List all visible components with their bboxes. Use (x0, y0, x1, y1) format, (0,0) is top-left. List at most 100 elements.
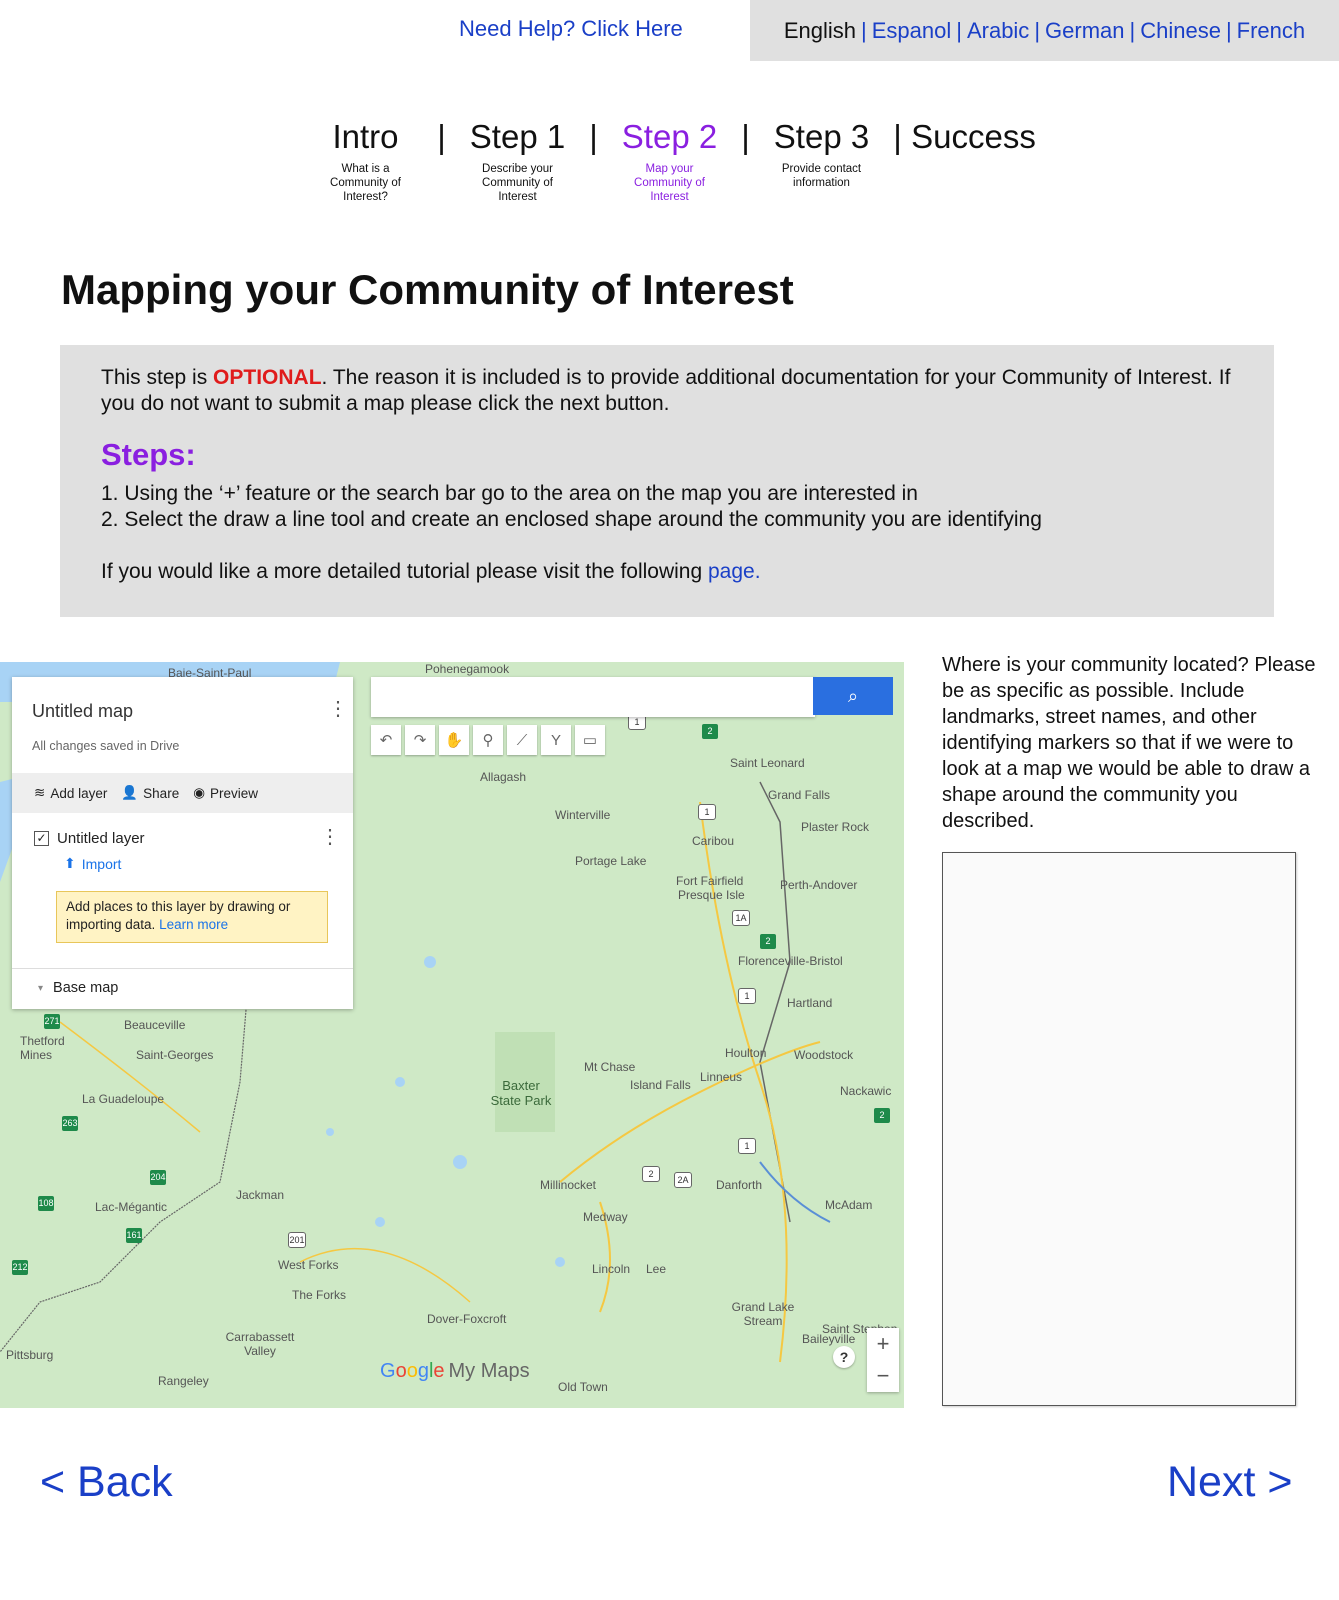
help-icon[interactable]: ? (833, 1346, 855, 1368)
place-label: Caribou (692, 834, 735, 848)
optional-label: OPTIONAL (213, 366, 322, 389)
step-label: Step 1 (469, 118, 566, 155)
place-label: Lac-Mégantic (95, 1200, 168, 1214)
preview-label: Preview (209, 785, 258, 801)
route-shield: 1 (738, 1138, 756, 1154)
search-icon: ⌕ (847, 685, 859, 706)
step-description: Describe your Community of Interest (482, 163, 553, 203)
share-button[interactable]: 👤 Share (121, 785, 179, 801)
route-shield: 204 (150, 1170, 166, 1185)
place-label: Presque Isle (678, 888, 745, 902)
next-button[interactable]: Next > (1167, 1458, 1292, 1507)
place-label: Grand Lake Stream (731, 1300, 795, 1328)
undo-icon[interactable]: ↶ (371, 725, 401, 755)
add-layer-button[interactable]: ≋ Add layer (34, 785, 107, 801)
step-success[interactable]: Success (911, 118, 1036, 162)
place-label: La Guadeloupe (82, 1092, 165, 1106)
place-label: Houlton (725, 1046, 767, 1060)
layer-checkbox[interactable]: ✓ (34, 831, 49, 846)
layers-icon: ≋ (34, 785, 46, 800)
language-german[interactable]: German (1045, 18, 1124, 44)
language-french[interactable]: French (1237, 18, 1305, 44)
place-label: Baileyville (802, 1332, 856, 1346)
preview-button[interactable]: ◉ Preview (193, 785, 258, 801)
place-label: Mt Chase (584, 1060, 636, 1074)
place-label: The Forks (292, 1288, 347, 1302)
instructions-box: This step is OPTIONAL. The reason it is … (60, 345, 1274, 617)
map-search-input[interactable] (371, 677, 815, 717)
step-2[interactable]: Step 2 Map your Community of Interest (610, 118, 730, 204)
place-label: Lee (646, 1262, 667, 1276)
instruction-step-2: 2. Select the draw a line tool and creat… (101, 508, 1042, 531)
language-arabic[interactable]: Arabic (967, 18, 1029, 44)
base-map-row[interactable]: ▾ Base map (12, 968, 353, 996)
language-bar: English | Espanol | Arabic | German | Chines… (750, 0, 1339, 61)
route-shield: 108 (38, 1196, 54, 1211)
map-embed[interactable]: Baie-Saint-Paul Pohenegamook Allagash Wi… (0, 662, 904, 1408)
step-3[interactable]: Step 3 Provide contact information (762, 118, 882, 190)
add-marker-icon[interactable]: ⚲ (473, 725, 503, 755)
add-person-icon: 👤 (121, 785, 139, 800)
layer-options-icon[interactable]: ⋮ (320, 827, 340, 847)
place-label: Pohenegamook (425, 662, 510, 676)
community-location-prompt: Where is your community located? Please … (942, 654, 1316, 832)
place-label: Perth-Andover (780, 878, 858, 892)
step-description: What is a Community of Interest? (330, 163, 401, 203)
learn-more-link[interactable]: Learn more (159, 917, 228, 932)
step-1[interactable]: Step 1 Describe your Community of Intere… (458, 118, 578, 204)
layer-name[interactable]: Untitled layer (57, 830, 145, 847)
measure-ruler-icon[interactable]: ▭ (575, 725, 605, 755)
community-location-field[interactable] (942, 852, 1296, 1406)
language-english[interactable]: English (784, 18, 856, 44)
tutorial-link[interactable]: page. (708, 560, 761, 583)
help-link[interactable]: Need Help? Click Here (459, 16, 683, 42)
import-icon: ⬆ (64, 855, 76, 871)
add-layer-label: Add layer (50, 785, 108, 801)
redo-icon[interactable]: ↷ (405, 725, 435, 755)
draw-line-icon[interactable]: ⟋ (507, 725, 537, 755)
place-label: Lincoln (592, 1262, 631, 1276)
route-shield: 201 (288, 1232, 306, 1248)
expand-icon[interactable]: ▾ (38, 983, 43, 994)
place-label: Grand Falls (768, 788, 831, 802)
language-separator: | (956, 17, 962, 43)
step-intro[interactable]: Intro What is a Community of Interest? (306, 118, 426, 204)
place-label: Portage Lake (575, 854, 647, 868)
place-label: Old Town (558, 1380, 608, 1394)
route-shield: 2 (642, 1166, 660, 1182)
route-shield: 263 (62, 1116, 78, 1131)
instruction-step-1: 1. Using the ‘+’ feature or the search b… (101, 482, 918, 505)
import-link[interactable]: ⬆ Import (64, 855, 121, 872)
place-label: Saint-Georges (136, 1048, 214, 1062)
route-shield: 271 (44, 1014, 60, 1029)
language-espanol[interactable]: Espanol (872, 18, 952, 44)
map-layers-panel: Untitled map ⋮ All changes saved in Driv… (12, 677, 353, 1009)
directions-icon[interactable]: Y (541, 725, 571, 755)
step-label: Step 3 (773, 118, 870, 155)
zoom-in-button[interactable]: + (867, 1328, 899, 1360)
more-options-icon[interactable]: ⋮ (328, 699, 348, 719)
back-button[interactable]: < Back (40, 1458, 173, 1507)
place-label: Medway (583, 1210, 628, 1224)
zoom-controls: + − (867, 1328, 899, 1392)
place-label: Nackawic (840, 1084, 892, 1098)
pan-hand-icon[interactable]: ✋ (439, 725, 469, 755)
map-title[interactable]: Untitled map (32, 701, 133, 722)
layer-row[interactable]: ✓ Untitled layer (34, 830, 145, 847)
place-label: Woodstock (794, 1048, 854, 1062)
route-shield: 161 (126, 1228, 142, 1243)
map-search-button[interactable]: ⌕ (813, 677, 893, 715)
place-label: Thetford Mines (20, 1034, 65, 1062)
zoom-out-button[interactable]: − (867, 1360, 899, 1392)
save-status: All changes saved in Drive (32, 739, 180, 753)
place-label: Fort Fairfield (676, 874, 744, 888)
place-label: Carrabassett Valley (225, 1330, 295, 1358)
panel-actions: ≋ Add layer 👤 Share ◉ Preview (12, 773, 353, 813)
place-label: Beauceville (124, 1018, 186, 1032)
step-label: Step 2 (621, 118, 718, 155)
place-label: Linneus (700, 1070, 743, 1084)
place-label: Winterville (555, 808, 611, 822)
place-label: Danforth (716, 1178, 763, 1192)
language-chinese[interactable]: Chinese (1140, 18, 1221, 44)
route-shield: 2 (874, 1108, 890, 1123)
